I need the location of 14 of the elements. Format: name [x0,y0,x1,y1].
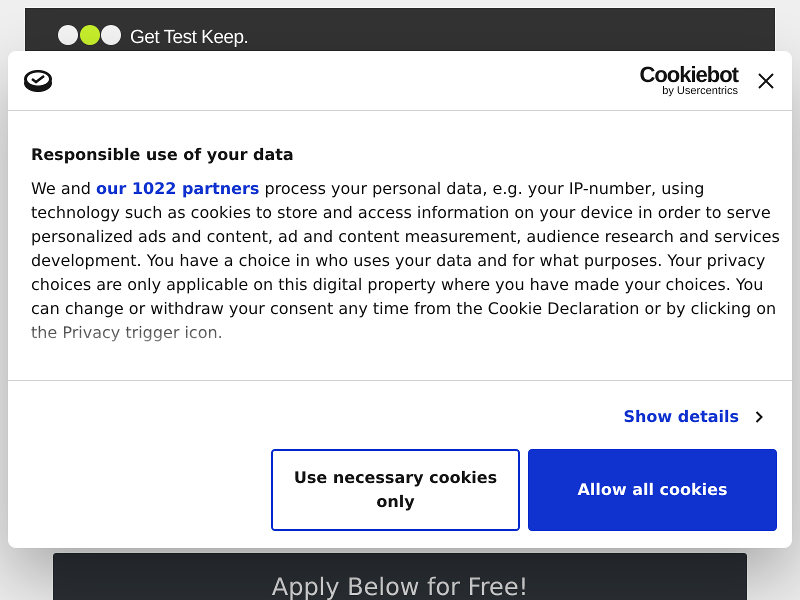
logo-icon [58,24,122,46]
allow-all-button[interactable]: Allow all cookies [528,449,777,531]
brand-tagline: by Usercentrics [661,86,738,97]
brand-name: Cookiebot [639,64,738,86]
logo-text: Get Test Keep. [130,26,248,50]
necessary-cookies-button[interactable]: Use necessary cookies only [271,449,520,531]
partners-link[interactable]: our 1022 partners [96,179,260,198]
apply-banner: Apply Below for Free! [53,553,747,600]
cookie-icon [23,68,53,92]
chevron-icon [755,411,763,423]
close-icon [758,73,774,90]
consent-text: We and our 1022 partners process your personal data, e.g. your IP-number, using technology such as cookies to store and access information on your device in order to serve personalized ads and content, ad and content measurement, audience research and services development. You have a choice in who uses your data and for what purposes. Your privacy choices are only applicable on this digital property where you have made your choices. You can change or withdraw your consent any time from the Cookie Declaration or by clicking on the Privacy trigger icon. [31,178,781,344]
dialog-heading: Responsible use of your data [31,144,295,166]
show-details-link[interactable]: Show details [620,401,777,433]
